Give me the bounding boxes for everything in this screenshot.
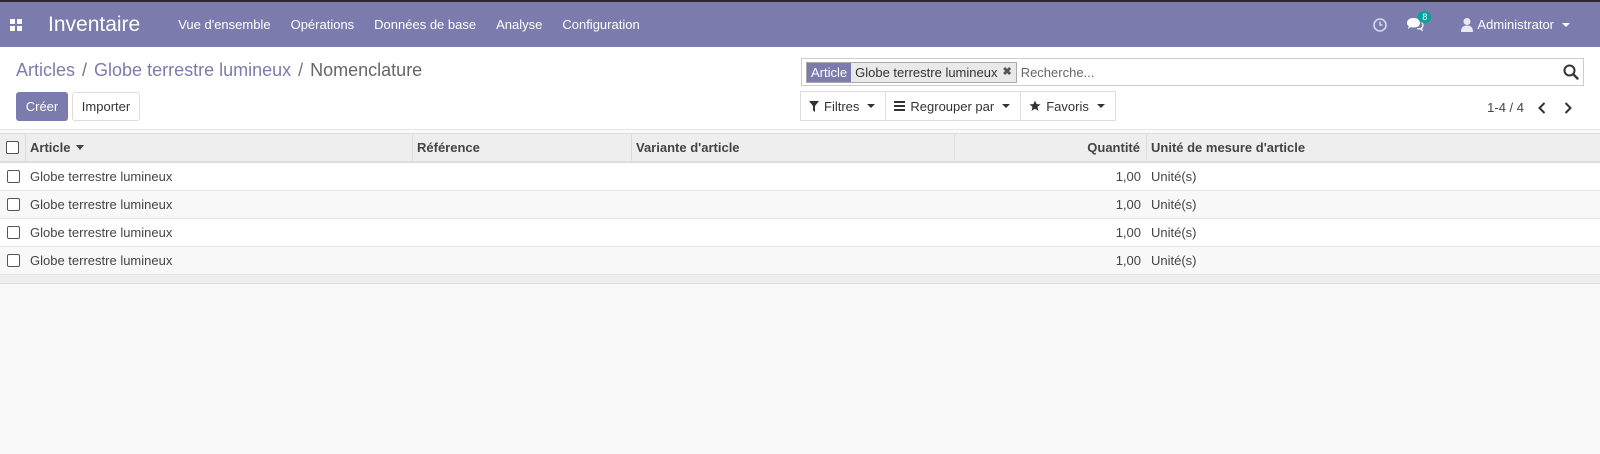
select-all-cell <box>0 134 26 161</box>
column-header-variant[interactable]: Variante d'article <box>632 134 955 161</box>
cell-variant <box>632 163 955 190</box>
activity-clock-icon[interactable] <box>1372 17 1388 33</box>
menu-donnees-de-base[interactable]: Données de base <box>374 17 476 32</box>
user-avatar-icon <box>1461 18 1474 32</box>
cell-reference <box>413 247 632 274</box>
user-name: Administrator <box>1477 17 1554 32</box>
table-row[interactable]: Globe terrestre lumineux 1,00 Unité(s) <box>0 163 1600 191</box>
cell-quantity: 1,00 <box>1115 197 1141 212</box>
row-select-cell <box>0 163 26 190</box>
menu-vue-ensemble[interactable]: Vue d'ensemble <box>178 17 270 32</box>
search-options: Filtres Regrouper par Favoris <box>800 91 1116 121</box>
menu-operations[interactable]: Opérations <box>291 17 355 32</box>
row-checkbox[interactable] <box>6 198 20 211</box>
column-header-reference[interactable]: Référence <box>413 134 632 161</box>
messages-badge: 8 <box>1418 10 1432 23</box>
column-header-quantity[interactable]: Quantité <box>955 134 1147 161</box>
search-input[interactable] <box>1020 64 1563 80</box>
cell-article: Globe terrestre lumineux <box>30 169 173 184</box>
cell-article: Globe terrestre lumineux <box>30 197 173 212</box>
facet-category: Article <box>807 62 852 82</box>
facet-remove-icon[interactable]: ✖ <box>1002 63 1011 82</box>
filters-label: Filtres <box>824 98 860 114</box>
cell-uom: Unité(s) <box>1151 225 1197 240</box>
user-menu[interactable]: Administrator <box>1460 17 1570 32</box>
cell-uom: Unité(s) <box>1151 197 1197 212</box>
breadcrumb-product[interactable]: Globe terrestre lumineux <box>94 60 291 81</box>
filter-icon <box>809 100 819 112</box>
messages-icon[interactable]: 8 <box>1406 10 1432 33</box>
top-navbar: Inventaire Vue d'ensemble Opérations Don… <box>0 0 1600 47</box>
filters-dropdown[interactable]: Filtres <box>800 91 887 121</box>
favorites-label: Favoris <box>1046 98 1089 114</box>
chevron-down-icon <box>1562 22 1570 27</box>
cell-variant <box>632 191 955 218</box>
chevron-left-icon[interactable] <box>1534 101 1550 115</box>
apps-menu-icon[interactable] <box>0 2 32 47</box>
app-title[interactable]: Inventaire <box>48 13 140 37</box>
cell-article: Globe terrestre lumineux <box>30 225 173 240</box>
create-button[interactable]: Créer <box>16 92 68 121</box>
pager-value[interactable]: 1-4 / 4 <box>1487 100 1524 115</box>
table-row[interactable]: Globe terrestre lumineux 1,00 Unité(s) <box>0 219 1600 247</box>
control-panel: Articles / Globe terrestre lumineux / No… <box>0 47 1600 130</box>
cell-reference <box>413 191 632 218</box>
sort-desc-icon <box>76 145 85 150</box>
star-icon <box>1029 100 1041 111</box>
cell-variant <box>632 247 955 274</box>
breadcrumb-separator: / <box>82 60 88 80</box>
import-button[interactable]: Importer <box>72 92 140 121</box>
cell-quantity: 1,00 <box>1115 225 1141 240</box>
chevron-down-icon <box>867 104 876 108</box>
search-icon[interactable] <box>1563 64 1579 80</box>
list-table: Article Référence Variante d'article Qua… <box>0 133 1600 284</box>
group-by-dropdown[interactable]: Regrouper par <box>885 91 1022 121</box>
cell-quantity: 1,00 <box>1115 169 1141 184</box>
cell-variant <box>632 219 955 246</box>
breadcrumb-current: Nomenclature <box>310 60 423 80</box>
search-bar: Article Globe terrestre lumineux ✖ <box>801 58 1584 86</box>
column-header-uom[interactable]: Unité de mesure d'article <box>1147 134 1600 161</box>
table-row[interactable]: Globe terrestre lumineux 1,00 Unité(s) <box>0 247 1600 275</box>
cell-quantity: 1,00 <box>1115 253 1141 268</box>
pager: 1-4 / 4 <box>1487 100 1576 115</box>
column-header-article[interactable]: Article <box>26 134 413 161</box>
bars-icon <box>894 101 906 111</box>
cell-uom: Unité(s) <box>1151 169 1197 184</box>
row-checkbox[interactable] <box>6 170 20 183</box>
cell-reference <box>413 163 632 190</box>
select-all-checkbox[interactable] <box>6 141 19 154</box>
cell-uom: Unité(s) <box>1151 253 1197 268</box>
cell-reference <box>413 219 632 246</box>
favorites-dropdown[interactable]: Favoris <box>1020 91 1116 121</box>
search-facet: Article Globe terrestre lumineux ✖ <box>806 61 1017 83</box>
chevron-right-icon[interactable] <box>1560 101 1576 115</box>
breadcrumb: Articles / Globe terrestre lumineux / No… <box>16 60 422 81</box>
chevron-down-icon <box>1096 104 1105 108</box>
row-select-cell <box>0 191 26 218</box>
facet-value: Globe terrestre lumineux ✖ <box>851 62 1016 82</box>
row-select-cell <box>0 219 26 246</box>
table-header: Article Référence Variante d'article Qua… <box>0 133 1600 163</box>
chevron-down-icon <box>1002 104 1011 108</box>
breadcrumb-separator: / <box>298 60 304 80</box>
row-checkbox[interactable] <box>6 226 20 239</box>
table-row[interactable]: Globe terrestre lumineux 1,00 Unité(s) <box>0 191 1600 219</box>
menu-analyse[interactable]: Analyse <box>496 17 542 32</box>
cell-article: Globe terrestre lumineux <box>30 253 173 268</box>
column-header-label: Article <box>30 140 71 155</box>
row-checkbox[interactable] <box>6 254 20 267</box>
facet-value-label: Globe terrestre lumineux <box>855 64 998 80</box>
table-footer <box>0 275 1600 284</box>
menu-configuration[interactable]: Configuration <box>562 17 639 32</box>
group-by-label: Regrouper par <box>910 98 995 114</box>
breadcrumb-articles[interactable]: Articles <box>16 60 75 81</box>
row-select-cell <box>0 247 26 274</box>
